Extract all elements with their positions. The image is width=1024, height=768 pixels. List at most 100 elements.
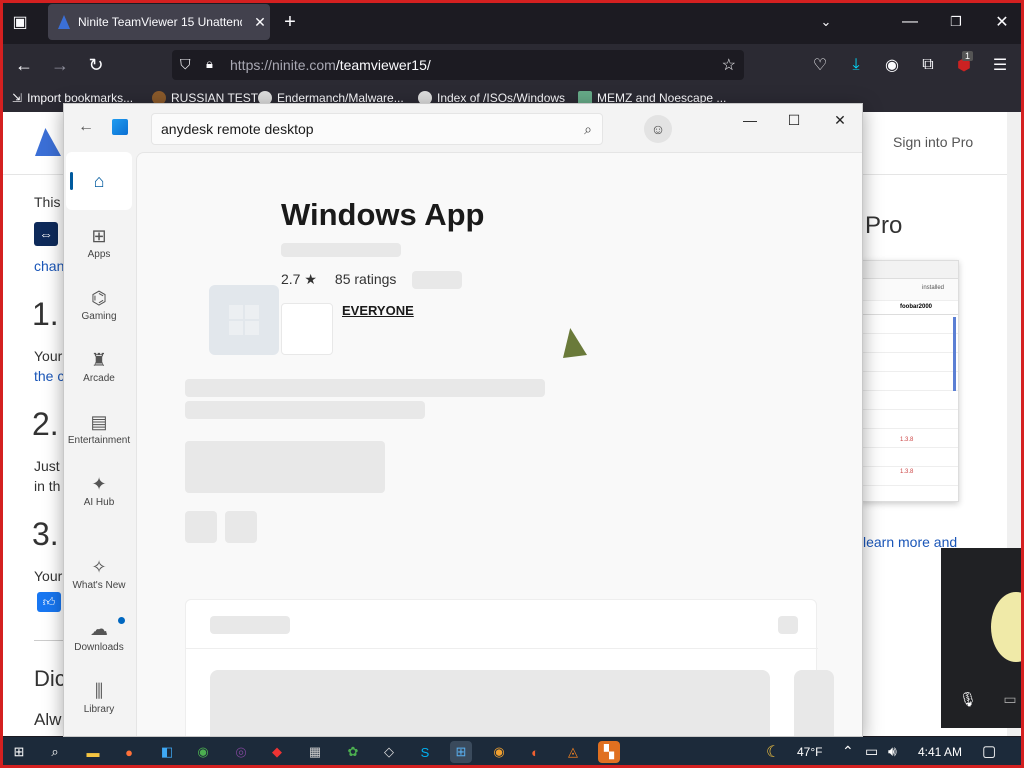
user-account-icon[interactable]: ☺	[644, 115, 672, 143]
pocket-icon[interactable]: ♡	[808, 53, 832, 77]
roblox-icon[interactable]: ◇	[378, 741, 400, 763]
search-icon[interactable]: ⌕	[584, 121, 592, 138]
store-maximize-icon[interactable]: ☐	[784, 110, 804, 130]
tor-icon[interactable]: ◎	[230, 741, 252, 763]
notifications-icon[interactable]: ▢	[982, 742, 996, 760]
microsoft-store-window: ← anydesk remote desktop ⌕ ☺ — ☐ ✕ ⌂ ⊞ A…	[63, 103, 863, 737]
firefox-icon[interactable]: ●	[118, 741, 140, 763]
card-title-skeleton	[210, 616, 290, 634]
nav-arcade[interactable]: ♜ Arcade	[66, 338, 132, 396]
new-tab-icon[interactable]: +	[278, 10, 302, 34]
step-3-number: 3.	[32, 516, 59, 552]
taskbar-app-icon[interactable]: ◐	[524, 741, 546, 763]
nav-library[interactable]: ⫼ Library	[66, 669, 132, 727]
screenshot-skeleton-1	[210, 670, 770, 736]
body-text-fragment: This	[34, 194, 61, 210]
store-nav-rail: ⌂ ⊞ Apps ⌬ Gaming ♜ Arcade ▤ Entertainme…	[64, 152, 136, 736]
restore-icon[interactable]: ❐	[944, 10, 968, 34]
url-bar[interactable]: ⛉ 🔒︎ https://ninite.com/teamviewer15/ ☆	[172, 50, 744, 80]
store-taskbar-icon[interactable]: ⊞	[450, 741, 472, 763]
nav-entertainment[interactable]: ▤ Entertainment	[66, 400, 132, 458]
app-icon-placeholder	[209, 285, 279, 355]
taskbar-app-icon[interactable]: ◆	[266, 741, 288, 763]
publisher-skeleton	[281, 243, 401, 257]
extensions-icon[interactable]: ⧉	[916, 53, 940, 77]
reload-icon[interactable]: ↻	[84, 53, 108, 77]
rating-count[interactable]: 85 ratings	[335, 271, 396, 288]
nav-apps[interactable]: ⊞ Apps	[66, 214, 132, 272]
camera-off-icon[interactable]: ▭	[999, 688, 1021, 710]
nav-whats-new[interactable]: ✧ What's New	[66, 545, 132, 603]
step-2-text: Just	[34, 458, 60, 474]
nav-whats-new-label: What's New	[72, 579, 126, 591]
tray-chevron-icon[interactable]: ⌃	[842, 743, 854, 760]
teamviewer-icon: ⇔	[34, 222, 58, 246]
card-divider	[186, 648, 818, 649]
screenshot-installed-label: installed	[922, 285, 945, 291]
lock-icon[interactable]: 🔒︎	[206, 56, 213, 72]
screenshot-version-1: 1.3.8	[900, 437, 914, 443]
chrome-icon[interactable]: ◉	[192, 741, 214, 763]
volume-icon[interactable]: 🔊︎	[888, 743, 897, 760]
taskbar-app-icon[interactable]: ▚	[598, 741, 620, 763]
store-minimize-icon[interactable]: —	[740, 110, 760, 130]
step-1-text: Your	[34, 348, 63, 364]
arcade-icon: ♜	[90, 349, 108, 370]
action-skeleton-1	[185, 511, 217, 543]
clock[interactable]: 4:41 AM	[918, 745, 962, 759]
nav-library-label: Library	[83, 703, 115, 715]
back-icon[interactable]: ←	[12, 53, 36, 77]
calculator-icon[interactable]: ▦	[304, 741, 326, 763]
taskbar-app-icon[interactable]: ◧	[156, 741, 178, 763]
screenshot-skeleton-2	[794, 670, 834, 736]
rating-skeleton	[412, 271, 462, 289]
taskbar-app-icon[interactable]: ◉	[488, 741, 510, 763]
mute-microphone-icon[interactable]: 🎙︎	[957, 688, 979, 710]
section-heading: Dic	[34, 666, 66, 691]
list-all-tabs-icon[interactable]: ⌄	[814, 10, 838, 34]
sign-in-link[interactable]: Sign into Pro	[893, 134, 973, 150]
minimize-icon[interactable]: —	[898, 10, 922, 34]
file-explorer-icon[interactable]: ▬	[82, 741, 104, 763]
nav-downloads-label: Downloads	[74, 641, 124, 653]
temperature[interactable]: 47°F	[797, 745, 822, 759]
description-skeleton-2	[185, 401, 425, 419]
bookmark-star-icon[interactable]: ☆	[722, 55, 736, 75]
step-1-link[interactable]: the c	[34, 368, 64, 384]
change-link[interactable]: chan	[34, 258, 64, 274]
downloads-icon[interactable]: ⤓	[844, 53, 868, 77]
close-window-icon[interactable]: ✕	[990, 10, 1014, 34]
tab-list-icon[interactable]: ▣	[8, 10, 32, 34]
nav-gaming[interactable]: ⌬ Gaming	[66, 276, 132, 334]
account-icon[interactable]: ◉	[880, 53, 904, 77]
age-rating-link[interactable]: EVERYONE	[342, 303, 414, 318]
back-arrow-icon[interactable]: ←	[78, 118, 94, 136]
start-icon[interactable]: ⊞	[8, 741, 30, 763]
windows-logo-icon	[229, 305, 259, 335]
pro-screenshot: installed foobar2000 1.3.8 1.3.8	[861, 260, 959, 502]
like-button[interactable]: 👍︎	[37, 592, 61, 612]
skype-icon[interactable]: S	[414, 741, 436, 763]
video-call-overlay[interactable]: 🎙︎ ▭	[941, 548, 1024, 728]
weather-moon-icon[interactable]: ☾	[766, 742, 780, 762]
shield-icon[interactable]: ⛉	[180, 56, 191, 73]
store-search-input[interactable]: anydesk remote desktop ⌕	[151, 113, 603, 145]
nav-ai-hub[interactable]: ✦ AI Hub	[66, 462, 132, 520]
network-icon[interactable]: ▭	[865, 743, 878, 760]
active-indicator	[70, 172, 73, 190]
menu-icon[interactable]: ☰	[988, 53, 1012, 77]
nav-downloads[interactable]: ☁ Downloads	[66, 607, 132, 665]
tab-title: Ninite TeamViewer 15 Unattend	[78, 15, 242, 29]
close-tab-icon[interactable]: ✕	[250, 14, 270, 31]
forward-icon[interactable]: →	[48, 53, 72, 77]
nav-home[interactable]: ⌂	[66, 152, 132, 210]
whats-new-icon: ✧	[91, 556, 107, 577]
browser-tab[interactable]: Ninite TeamViewer 15 Unattend ✕	[48, 4, 270, 40]
taskbar-app-icon[interactable]: ✿	[342, 741, 364, 763]
screenshots-card	[185, 599, 834, 736]
store-close-icon[interactable]: ✕	[830, 110, 850, 130]
navigation-toolbar: ← → ↻ ⛉ 🔒︎ https://ninite.com/teamviewer…	[0, 44, 1024, 86]
taskbar-app-icon[interactable]: ◬	[562, 741, 584, 763]
search-icon[interactable]: ⌕	[44, 741, 66, 763]
store-title-bar: ← anydesk remote desktop ⌕ ☺ — ☐ ✕	[64, 104, 862, 152]
